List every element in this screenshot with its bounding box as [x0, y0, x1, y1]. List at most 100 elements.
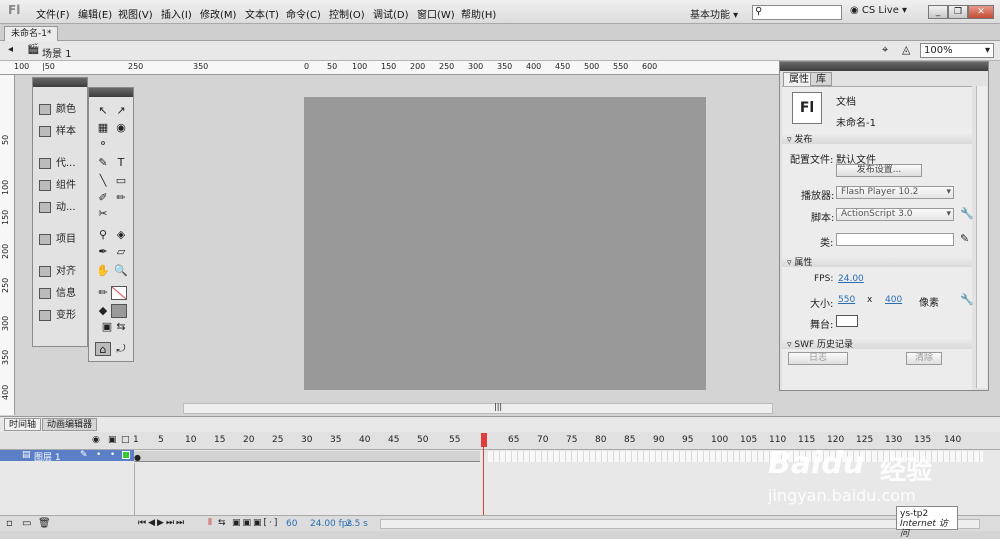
tab-timeline[interactable]: 时间轴	[4, 418, 42, 431]
menu-commands[interactable]: 命令(C)	[286, 6, 321, 21]
pen-tool-icon[interactable]: ✎	[95, 156, 111, 170]
menu-edit[interactable]: 编辑(E)	[78, 6, 112, 21]
section-swf-history[interactable]: ▿ SWF 历史记录	[782, 337, 972, 350]
panel-info[interactable]: 信息	[39, 284, 76, 299]
lock-dot[interactable]: •	[110, 450, 115, 460]
center-frame-icon[interactable]: ⦀	[208, 518, 212, 528]
class-input[interactable]	[836, 233, 954, 246]
fill-color-icon[interactable]: ◆	[95, 304, 111, 318]
panel-align[interactable]: 对齐	[39, 262, 76, 277]
panel-header[interactable]	[89, 88, 133, 97]
text-tool-icon[interactable]: T	[113, 156, 129, 170]
close-button[interactable]: ✕	[968, 5, 994, 19]
panel-header[interactable]	[780, 62, 988, 71]
vertical-scrollbar[interactable]	[976, 86, 987, 388]
paint-bucket-tool-icon[interactable]: ◈	[113, 228, 129, 242]
menu-text[interactable]: 文本(T)	[245, 6, 279, 21]
maximize-button[interactable]: ❐	[948, 5, 968, 19]
stroke-swatch[interactable]	[111, 286, 127, 300]
lock-icon[interactable]: ▣	[108, 435, 117, 445]
player-dropdown[interactable]: Flash Player 10.2 ▾	[836, 186, 954, 199]
edit-symbol-icon[interactable]: ◬	[902, 43, 910, 56]
menu-modify[interactable]: 修改(M)	[200, 6, 236, 21]
stroke-color-icon[interactable]: ✏	[95, 286, 111, 300]
panel-color[interactable]: 颜色	[39, 100, 76, 115]
new-layer-icon[interactable]: ▫	[6, 518, 13, 529]
new-folder-icon[interactable]: ▭	[22, 518, 31, 529]
menu-file[interactable]: 文件(F)	[36, 6, 70, 21]
swap-colors-icon[interactable]: ⇆	[113, 320, 129, 334]
line-tool-icon[interactable]: ╲	[95, 174, 111, 188]
wrench-icon[interactable]: 🔧	[960, 293, 974, 306]
section-publish[interactable]: ▿ 发布	[782, 132, 972, 145]
edit-scene-icon[interactable]: ⌖	[882, 43, 888, 57]
hand-tool-icon[interactable]: ✋	[95, 264, 111, 278]
panel-components[interactable]: 组件	[39, 176, 76, 191]
playhead-handle[interactable]	[481, 433, 487, 447]
fill-swatch[interactable]	[111, 304, 127, 318]
eye-icon[interactable]: ◉	[92, 435, 100, 445]
panel-swatches[interactable]: 样本	[39, 122, 76, 137]
menu-insert[interactable]: 插入(I)	[161, 6, 192, 21]
workspace-dropdown[interactable]: 基本功能 ▾	[690, 6, 742, 21]
back-arrow-icon[interactable]: ◂	[8, 44, 13, 55]
pencil-tool-icon[interactable]: ✐	[95, 191, 111, 205]
loop-icon[interactable]: ⇆	[218, 518, 226, 528]
tab-library[interactable]: 库	[810, 72, 832, 86]
free-transform-tool-icon[interactable]: ▦	[95, 121, 111, 135]
pencil-icon[interactable]: ✎	[960, 232, 969, 245]
current-frame[interactable]: 60	[286, 519, 297, 529]
publish-settings-button[interactable]: 发布设置...	[836, 164, 922, 177]
eraser-tool-icon[interactable]: ▱	[113, 245, 129, 259]
menu-window[interactable]: 窗口(W)	[417, 6, 455, 21]
panel-motion[interactable]: 动...	[39, 198, 76, 213]
bone-tool-icon[interactable]: ⚲	[95, 228, 111, 242]
onion-skin-icons[interactable]: ▣▣▣[·]	[232, 518, 279, 528]
horizontal-scrollbar[interactable]: |||	[183, 402, 773, 414]
menu-control[interactable]: 控制(O)	[329, 6, 365, 21]
lasso-tool-icon[interactable]: ⚬	[95, 137, 111, 151]
fps-value[interactable]: 24.00	[838, 274, 864, 284]
rectangle-tool-icon[interactable]: ▭	[113, 174, 129, 188]
eyedropper-tool-icon[interactable]: ✒	[95, 245, 111, 259]
panel-header[interactable]	[33, 78, 87, 87]
3d-rotation-tool-icon[interactable]: ◉	[113, 121, 129, 135]
width-value[interactable]: 550	[838, 295, 855, 305]
menu-view[interactable]: 视图(V)	[118, 6, 153, 21]
zoom-dropdown[interactable]: 100% ▾	[920, 43, 994, 58]
deco-tool-icon[interactable]: ✂	[95, 207, 111, 221]
subselection-tool-icon[interactable]: ↗	[113, 104, 129, 118]
document-tab[interactable]: 未命名-1*	[4, 26, 59, 41]
minimize-button[interactable]: _	[928, 5, 948, 19]
layer-frames[interactable]	[134, 451, 480, 462]
section-properties[interactable]: ▿ 属性	[782, 255, 972, 268]
panel-project[interactable]: 项目	[39, 230, 76, 245]
menu-debug[interactable]: 调试(D)	[373, 6, 409, 21]
tab-motion-editor[interactable]: 动画编辑器	[42, 418, 98, 431]
zoom-tool-icon[interactable]: 🔍	[113, 264, 129, 278]
delete-layer-icon[interactable]: 🗑	[38, 518, 51, 529]
visible-dot[interactable]: •	[96, 450, 101, 460]
height-value[interactable]: 400	[885, 295, 902, 305]
playhead[interactable]	[481, 433, 487, 515]
log-button[interactable]: 日志	[788, 352, 848, 365]
wrench-icon[interactable]: 🔧	[960, 207, 974, 220]
layer-outline-color[interactable]	[122, 451, 130, 459]
timeline-scrollbar[interactable]	[380, 519, 980, 529]
outline-icon[interactable]: □	[121, 435, 130, 445]
cs-live-button[interactable]: ◉ CS Live ▾	[850, 5, 907, 16]
layer-row[interactable]: ▤ 图层 1 ✎ • •	[0, 450, 134, 463]
layer-name[interactable]: 图层 1	[34, 450, 61, 463]
clear-button[interactable]: 清除	[906, 352, 942, 365]
playback-controls[interactable]: ⏮◀▶⏭⏭	[138, 518, 186, 528]
menu-help[interactable]: 帮助(H)	[461, 6, 496, 21]
stage-color-swatch[interactable]	[836, 315, 858, 327]
snap-to-objects-icon[interactable]: ⌂	[95, 342, 111, 356]
rotate-icon[interactable]: ⤾	[113, 342, 129, 356]
selection-tool-icon[interactable]: ↖	[95, 104, 111, 118]
scene-name[interactable]: 场景 1	[42, 45, 72, 60]
search-input[interactable]: ⚲	[752, 5, 842, 20]
panel-transform[interactable]: 变形	[39, 306, 76, 321]
brush-tool-icon[interactable]: ✏	[113, 191, 129, 205]
stage-canvas[interactable]	[304, 97, 706, 390]
